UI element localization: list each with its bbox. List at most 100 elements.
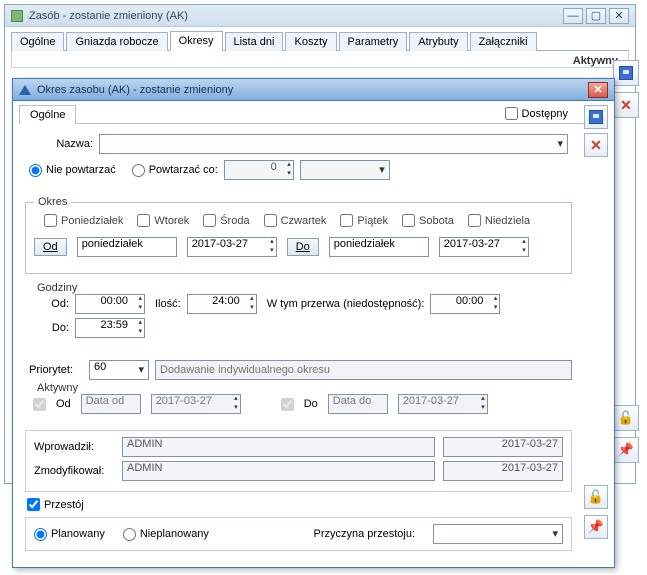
pin-icon: 📌 <box>618 442 634 458</box>
tab-koszty[interactable]: Koszty <box>285 32 336 51</box>
aktywny-legend: Aktywny <box>33 382 82 394</box>
ilosc-input[interactable]: 24:00 <box>187 294 257 314</box>
data-do-label-box: Data do <box>328 394 388 414</box>
maximize-button[interactable]: ▢ <box>586 8 606 24</box>
nazwa-label: Nazwa: <box>29 138 93 150</box>
tab-ogolne[interactable]: Ogólne <box>11 32 64 51</box>
aktywny-od-date: 2017-03-27 <box>151 394 241 414</box>
zmodyfikowal-user: ADMIN <box>122 461 435 481</box>
priorytet-desc-input <box>155 360 572 380</box>
tab-zalaczniki[interactable]: Załączniki <box>470 32 537 51</box>
od-day-input[interactable]: poniedziałek <box>77 237 177 257</box>
priorytet-label: Priorytet: <box>29 364 83 376</box>
tab-gniazda-robocze[interactable]: Gniazda robocze <box>66 32 167 51</box>
parent-lock-button[interactable]: 🔓 <box>613 405 639 431</box>
day-wtorek-checkbox[interactable] <box>137 214 150 227</box>
do-button[interactable]: Do <box>287 238 319 256</box>
nieplanowany-label: Nieplanowany <box>140 528 209 540</box>
aktywny-od-label: Od <box>56 398 71 410</box>
przestoj-label: Przestój <box>44 499 84 511</box>
aktywny-do-checkbox <box>281 398 294 411</box>
zmodyfikowal-label: Zmodyfikował: <box>34 465 114 477</box>
aktywny-group: Aktywny Od Data od 2017-03-27 Do Data do… <box>25 382 572 420</box>
nie-powtarzac-radio[interactable] <box>29 164 42 177</box>
pin-icon: 📌 <box>588 519 604 535</box>
powtarzac-count-input[interactable]: 0 <box>224 160 294 180</box>
modal-pin-button[interactable]: 📌 <box>584 515 608 539</box>
tab-atrybuty[interactable]: Atrybuty <box>409 32 467 51</box>
save-icon <box>619 66 633 80</box>
modal-delete-button[interactable]: ✕ <box>584 133 608 157</box>
close-button[interactable]: ✕ <box>609 8 629 24</box>
przestoj-box: Planowany Nieplanowany Przyczyna przesto… <box>25 517 572 551</box>
day-piatek-checkbox[interactable] <box>340 214 353 227</box>
day-sobota-checkbox[interactable] <box>402 214 415 227</box>
do-date-input[interactable]: 2017-03-27 <box>439 237 529 257</box>
godziny-group: Godziny Od: 00:00 Ilość: 24:00 W tym prz… <box>25 282 572 352</box>
okres-legend: Okres <box>34 196 71 208</box>
day-czwartek-checkbox[interactable] <box>264 214 277 227</box>
do-day-input[interactable]: poniedziałek <box>329 237 429 257</box>
audit-box: Wprowadził: ADMIN 2017-03-27 Zmodyfikowa… <box>25 430 572 492</box>
minimize-button[interactable]: — <box>563 8 583 24</box>
dostepny-checkbox[interactable] <box>505 107 518 120</box>
data-od-label-box: Data od <box>81 394 141 414</box>
okres-group: Okres Poniedziałek Wtorek Środa Czwartek… <box>25 196 572 274</box>
planowany-radio[interactable] <box>34 528 47 541</box>
modal-save-button[interactable] <box>584 105 608 129</box>
modal-tab-ogolne[interactable]: Ogólne <box>19 105 76 124</box>
tab-okresy[interactable]: Okresy <box>170 31 223 51</box>
od-date-input[interactable]: 2017-03-27 <box>187 237 277 257</box>
powtarzac-co-radio[interactable] <box>132 164 145 177</box>
wprowadzil-date: 2017-03-27 <box>443 437 563 457</box>
x-icon: ✕ <box>590 138 602 152</box>
modal-title: Okres zasobu (AK) - zostanie zmieniony <box>37 84 588 96</box>
tab-lista-dni[interactable]: Lista dni <box>225 32 284 51</box>
przyczyna-label: Przyczyna przestoju: <box>314 528 415 540</box>
planowany-label: Planowany <box>51 528 105 540</box>
day-poniedzialek-checkbox[interactable] <box>44 214 57 227</box>
modal-close-button[interactable]: ✕ <box>588 82 608 98</box>
nieplanowany-radio[interactable] <box>123 528 136 541</box>
godziny-od-input[interactable]: 00:00 <box>75 294 145 314</box>
dostepny-label: Dostępny <box>522 108 568 120</box>
powtarzac-co-label: Powtarzać co: <box>149 164 218 176</box>
modal-window: Okres zasobu (AK) - zostanie zmieniony ✕… <box>12 78 615 568</box>
day-niedziela-checkbox[interactable] <box>468 214 481 227</box>
modal-icon <box>19 85 31 95</box>
godziny-do-label: Do: <box>39 322 69 334</box>
modal-titlebar[interactable]: Okres zasobu (AK) - zostanie zmieniony ✕ <box>13 79 614 101</box>
aktywny-do-date: 2017-03-27 <box>398 394 488 414</box>
main-tabs: Ogólne Gniazda robocze Okresy Lista dni … <box>11 31 629 51</box>
day-sroda-checkbox[interactable] <box>203 214 216 227</box>
tab-parametry[interactable]: Parametry <box>339 32 408 51</box>
parent-delete-button[interactable]: ✕ <box>613 92 639 118</box>
godziny-od-label: Od: <box>39 298 69 310</box>
ilosc-label: Ilość: <box>155 298 181 310</box>
powtarzac-unit-select[interactable] <box>300 160 390 180</box>
wprowadzil-user: ADMIN <box>122 437 435 457</box>
przerwa-input[interactable]: 00:00 <box>430 294 500 314</box>
godziny-do-input[interactable]: 23:59 <box>75 318 145 338</box>
x-icon: ✕ <box>620 98 632 112</box>
lock-icon: 🔓 <box>588 489 604 505</box>
nie-powtarzac-label: Nie powtarzać <box>46 164 116 176</box>
parent-pin-button[interactable]: 📌 <box>613 437 639 463</box>
przerwa-label: W tym przerwa (niedostępność): <box>267 298 425 310</box>
godziny-legend: Godziny <box>33 282 81 294</box>
przestoj-checkbox[interactable] <box>27 498 40 511</box>
przyczyna-select[interactable] <box>433 524 563 544</box>
app-icon <box>11 10 23 22</box>
od-button[interactable]: Od <box>34 238 67 256</box>
wprowadzil-label: Wprowadził: <box>34 441 114 453</box>
status-label: Aktywny <box>11 51 629 68</box>
aktywny-od-checkbox <box>33 398 46 411</box>
nazwa-input[interactable] <box>99 134 568 154</box>
parent-titlebar[interactable]: Zasób - zostanie zmieniony (AK) — ▢ ✕ <box>5 5 635 27</box>
zmodyfikowal-date: 2017-03-27 <box>443 461 563 481</box>
priorytet-select[interactable]: 60 <box>89 360 149 380</box>
lock-icon: 🔓 <box>618 410 634 426</box>
modal-lock-button[interactable]: 🔓 <box>584 485 608 509</box>
parent-title: Zasób - zostanie zmieniony (AK) <box>29 10 563 22</box>
parent-save-button[interactable] <box>613 60 639 86</box>
